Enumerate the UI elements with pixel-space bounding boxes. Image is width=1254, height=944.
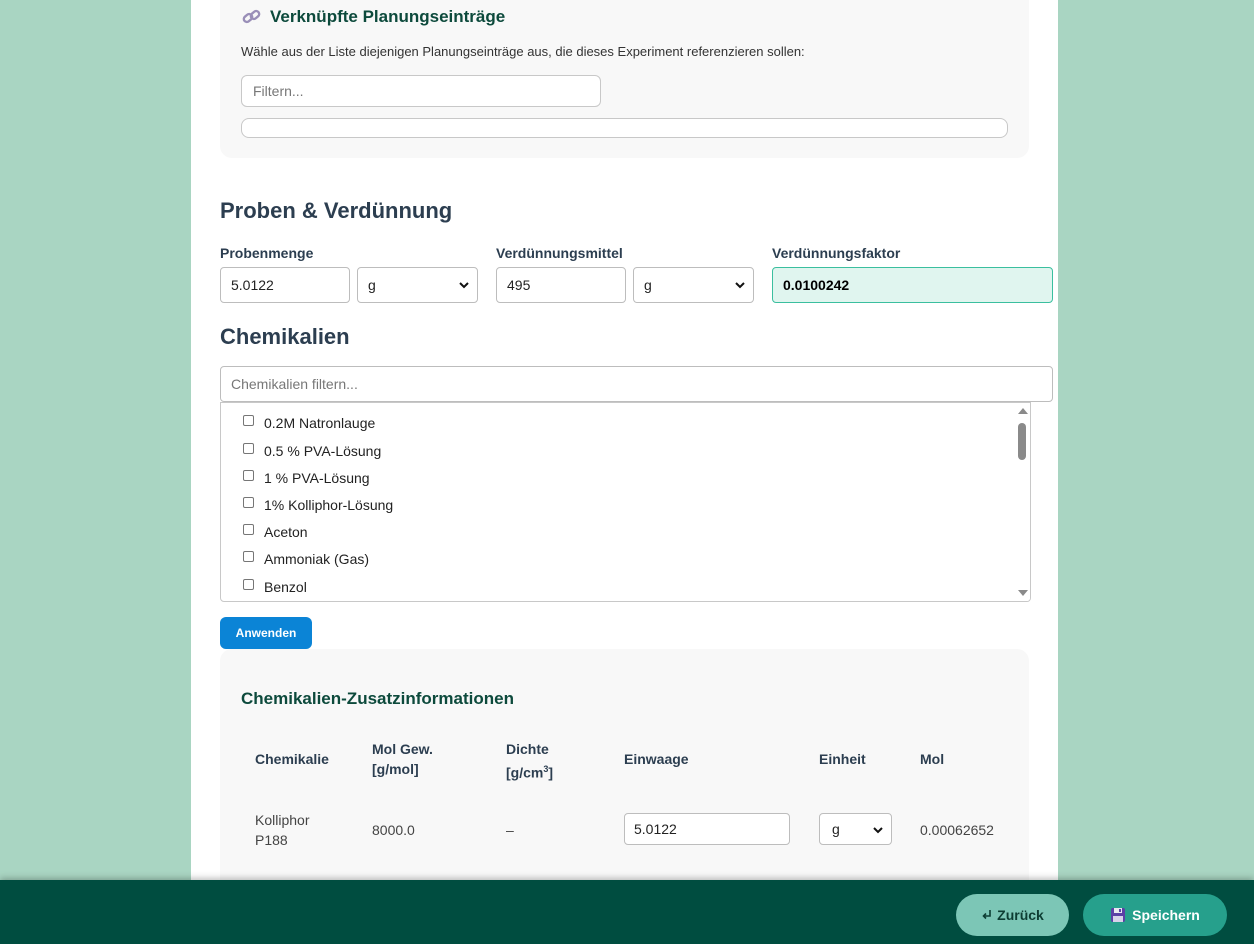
- column-header-weight: Einwaage: [624, 751, 689, 767]
- main-page: Verknüpfte Planungseinträge Wähle aus de…: [191, 0, 1058, 909]
- chevron-down-icon: [873, 827, 883, 834]
- chemicals-filter-input[interactable]: [220, 366, 1053, 402]
- table-cell-mol-weight: 8000.0: [372, 822, 415, 838]
- table-cell-density: –: [506, 822, 514, 838]
- column-header-mol: Mol: [920, 751, 945, 767]
- samples-heading: Proben & Verdünnung: [220, 198, 453, 223]
- dilution-factor-field: 0.0100242: [772, 267, 1053, 303]
- weight-input[interactable]: 5.0122: [624, 813, 790, 845]
- sample-amount-input[interactable]: 5.0122: [220, 267, 350, 303]
- list-item[interactable]: 1 % PVA-Lösung: [243, 468, 370, 488]
- save-button[interactable]: Speichern: [1083, 894, 1227, 936]
- sample-amount-label: Probenmenge: [220, 245, 314, 261]
- scrollbar[interactable]: [1014, 403, 1030, 601]
- checkbox[interactable]: [243, 442, 254, 454]
- chemical-info-card: Chemikalien-Zusatzinformationen Chemikal…: [220, 649, 1029, 909]
- list-item[interactable]: Ammoniak (Gas): [243, 549, 369, 569]
- column-header-unit: Einheit: [819, 751, 866, 767]
- checkbox[interactable]: [243, 496, 254, 508]
- planning-entry-list[interactable]: [241, 118, 1008, 138]
- dilution-factor-label: Verdünnungsfaktor: [772, 245, 901, 261]
- scrollbar-thumb[interactable]: [1018, 423, 1026, 460]
- apply-button[interactable]: Anwenden: [220, 617, 312, 649]
- checkbox[interactable]: [243, 469, 254, 481]
- table-cell-chemical: Kolliphor P188: [255, 812, 310, 848]
- list-item[interactable]: 0.5 % PVA-Lösung: [243, 441, 381, 461]
- checkbox[interactable]: [243, 523, 254, 535]
- chevron-down-icon: [735, 282, 745, 289]
- floppy-disk-icon: [1111, 908, 1126, 922]
- chevron-down-icon: [459, 282, 469, 289]
- list-item[interactable]: 1% Kolliphor-Lösung: [243, 495, 393, 515]
- return-arrow-icon: [982, 910, 991, 920]
- list-item[interactable]: Benzol: [243, 577, 307, 597]
- sample-unit-select[interactable]: g: [357, 267, 478, 303]
- chemical-info-title: Chemikalien-Zusatzinformationen: [241, 689, 514, 708]
- diluent-label: Verdünnungsmittel: [496, 245, 623, 261]
- diluent-amount-input[interactable]: 495: [496, 267, 626, 303]
- column-header-mol-weight: Mol Gew. [g/mol]: [372, 741, 433, 777]
- unit-select[interactable]: g: [819, 813, 892, 845]
- scroll-down-arrow-icon[interactable]: [1018, 590, 1028, 596]
- checkbox[interactable]: [243, 550, 254, 562]
- column-header-chemical: Chemikalie: [255, 751, 329, 767]
- list-item[interactable]: 0.2M Natronlauge: [243, 413, 375, 433]
- checkbox[interactable]: [243, 578, 254, 590]
- linked-planning-card: Verknüpfte Planungseinträge Wähle aus de…: [220, 0, 1029, 158]
- scroll-up-arrow-icon[interactable]: [1018, 408, 1028, 414]
- link-icon: [242, 9, 261, 24]
- linked-planning-title: Verknüpfte Planungseinträge: [242, 7, 505, 27]
- checkbox[interactable]: [243, 414, 254, 426]
- chemicals-heading: Chemikalien: [220, 324, 350, 349]
- chemicals-list[interactable]: 0.2M Natronlauge 0.5 % PVA-Lösung 1 % PV…: [220, 402, 1031, 602]
- list-item[interactable]: Aceton: [243, 522, 308, 542]
- column-header-density: Dichte [g/cm3]: [506, 741, 554, 781]
- footer-bar: Zurück Speichern: [0, 880, 1254, 944]
- diluent-unit-select[interactable]: g: [633, 267, 754, 303]
- back-button[interactable]: Zurück: [956, 894, 1069, 936]
- linked-planning-description: Wähle aus der Liste diejenigen Planungse…: [241, 44, 805, 59]
- planning-filter-input[interactable]: [241, 75, 601, 107]
- table-cell-mol: 0.00062652: [920, 822, 994, 838]
